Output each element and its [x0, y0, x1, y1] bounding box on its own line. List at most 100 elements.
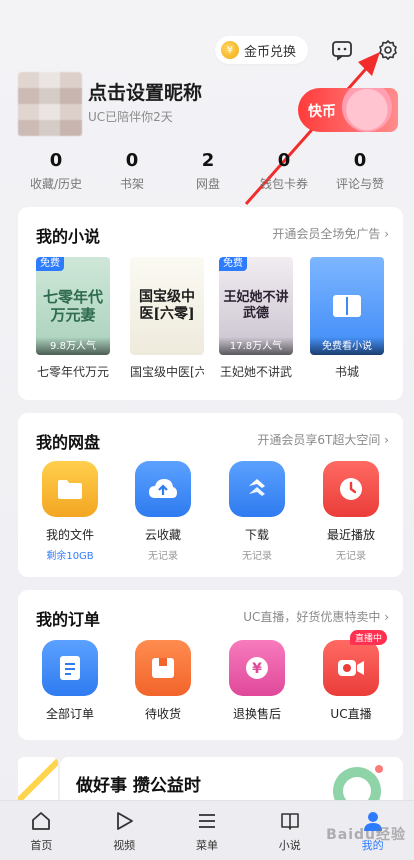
nickname-label[interactable]: 点击设置昵称: [88, 78, 202, 105]
order-item-uc-live[interactable]: 直播中 UC直播: [311, 630, 391, 722]
orders-live-link[interactable]: UC直播，好货优惠特卖中 ›: [243, 608, 389, 625]
stat-label: 书架: [119, 177, 144, 191]
live-camera-icon: [338, 660, 364, 676]
nav-label: 菜单: [195, 838, 218, 852]
nav-video[interactable]: 视频: [89, 809, 159, 853]
cover-title: 国宝级中医[六零]: [139, 289, 195, 322]
grid-label: 下载: [244, 528, 269, 542]
message-button[interactable]: [330, 38, 354, 62]
novel-cover: 免费 王妃她不讲武德 17.8万人气: [219, 257, 293, 355]
order-item-all[interactable]: 全部订单: [30, 640, 110, 722]
novel-item[interactable]: 免费 七零年代 万元妻 9.8万人气 七零年代万元: [36, 257, 110, 380]
coin-exchange-label: 金币兑换: [243, 44, 296, 60]
profile-icon: [361, 809, 385, 833]
menu-icon: [195, 809, 219, 833]
stat-comments-likes[interactable]: 0 评论与赞: [322, 150, 398, 192]
banner-main: 做好事 攒公益时: [60, 757, 403, 805]
novel-cover: 免费 七零年代 万元妻 9.8万人气: [36, 257, 110, 355]
stat-value: 0: [277, 150, 291, 171]
novel-item[interactable]: 免费 王妃她不讲武德 17.8万人气 王妃她不讲武: [219, 257, 293, 380]
cloud-item-my-files[interactable]: 我的文件 剩余10GB: [30, 461, 110, 562]
clock-icon: [340, 478, 362, 500]
download-icon: [249, 479, 265, 496]
novel-name: 王妃她不讲武: [219, 365, 292, 379]
settings-button[interactable]: [376, 38, 400, 62]
novel-name: 七零年代万元: [36, 365, 109, 379]
grid-sub: 无记录: [148, 551, 178, 562]
play-icon: [112, 809, 136, 833]
order-item-after-sales[interactable]: ¥ 退换售后: [217, 640, 297, 722]
grid-icon: [42, 640, 98, 696]
nav-label: 小说: [278, 838, 301, 852]
grid-icon: [42, 461, 98, 517]
popularity-tag: 9.8万人气: [36, 337, 110, 355]
svg-text:¥: ¥: [252, 661, 262, 677]
profile-header: 点击设置昵称 UC已陪伴你2天 快币: [18, 72, 398, 136]
stat-label: 收藏/历史: [29, 177, 83, 191]
cloud-vip-link[interactable]: 开通会员享6T超大空间 ›: [257, 431, 389, 448]
message-icon: [332, 41, 352, 61]
stat-value: 0: [353, 150, 367, 171]
cover-title: 七零年代 万元妻: [42, 288, 103, 324]
charity-banner[interactable]: 做好事 攒公益时: [18, 757, 403, 805]
order-item-to-receive[interactable]: 待收货: [123, 640, 203, 722]
stat-favorites-history[interactable]: 0 收藏/历史: [18, 150, 94, 192]
nav-home[interactable]: 首页: [6, 809, 76, 853]
novel-name: 国宝级中医[六: [130, 365, 204, 379]
novels-card: 我的小说 开通会员全场免广告 › 免费 七零年代 万元妻 9.8万人气 七零年代…: [18, 207, 403, 400]
stat-cloud-drive[interactable]: 2 网盘: [170, 150, 246, 192]
novel-name: 书城: [334, 365, 359, 379]
grid-icon: [229, 461, 285, 517]
grid-icon: [135, 640, 191, 696]
order-list-icon: [60, 656, 80, 680]
coin-exchange-button[interactable]: ¥ 金币兑换: [214, 36, 308, 64]
grid-sub: 无记录: [336, 551, 366, 562]
novels-title: 我的小说: [36, 227, 101, 246]
pig-mascot-icon: [342, 88, 392, 132]
novel-item[interactable]: 国宝级中医[六零] 国宝级中医[六: [130, 257, 204, 380]
banner-title: 做好事 攒公益时: [76, 776, 201, 796]
bookstore-item[interactable]: 免费看小说 书城: [310, 257, 384, 380]
folder-icon: [58, 480, 82, 499]
grid-label: 待收货: [144, 707, 181, 721]
coin-icon: ¥: [220, 41, 239, 59]
stat-bookshelf[interactable]: 0 书架: [94, 150, 170, 192]
gear-icon: [379, 40, 397, 60]
novels-vip-link[interactable]: 开通会员全场免广告 ›: [272, 225, 389, 242]
grid-sub: 无记录: [242, 551, 272, 562]
home-icon: [29, 809, 53, 833]
top-actions: ¥ 金币兑换: [214, 36, 400, 64]
stat-label: 评论与赞: [335, 177, 384, 191]
avatar[interactable]: [18, 72, 82, 136]
nav-label: 我的: [361, 838, 384, 852]
bookstore-cover: 免费看小说: [310, 257, 384, 355]
nav-profile[interactable]: 我的: [338, 809, 408, 853]
grid-icon: [135, 461, 191, 517]
cloud-upload-icon: [149, 479, 177, 498]
grid-label: 最近播放: [326, 528, 375, 542]
grid-icon: 直播中: [323, 630, 387, 696]
orders-card: 我的订单 UC直播，好货优惠特卖中 › 全部订单 待收货 ¥ 退换售后 直播中 …: [18, 590, 403, 740]
grid-sub: 剩余10GB: [46, 551, 94, 562]
days-companion-label: UC已陪伴你2天: [88, 110, 173, 124]
book-icon: [278, 809, 302, 833]
promo-button[interactable]: 快币: [298, 88, 398, 132]
free-tag: 免费: [36, 257, 64, 271]
orders-title: 我的订单: [36, 610, 101, 629]
nav-novel[interactable]: 小说: [255, 809, 325, 853]
nav-label: 视频: [113, 838, 136, 852]
nav-menu[interactable]: 菜单: [172, 809, 242, 853]
cloud-item-collections[interactable]: 云收藏 无记录: [123, 461, 203, 562]
stat-value: 0: [49, 150, 63, 171]
cloud-item-downloads[interactable]: 下载 无记录: [217, 461, 297, 562]
stat-label: 网盘: [195, 177, 220, 191]
stat-wallet-coupons[interactable]: 0 钱包卡券: [246, 150, 322, 192]
grid-label: 云收藏: [144, 528, 181, 542]
promo-label: 快币: [308, 104, 336, 120]
bottom-nav: 首页 视频 菜单 小说 我的: [0, 800, 414, 860]
open-book-icon: [333, 295, 361, 317]
cover-title: 王妃她不讲武德: [223, 290, 289, 321]
cloud-title: 我的网盘: [36, 433, 101, 452]
grid-label: 我的文件: [45, 528, 94, 542]
cloud-item-recent-play[interactable]: 最近播放 无记录: [311, 461, 391, 562]
